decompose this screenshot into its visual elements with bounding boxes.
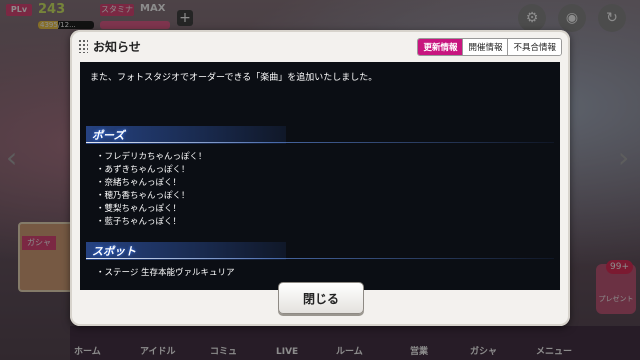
notice-dialog: お知らせ 更新情報 開催情報 不具合情報 また、フォトスタジオでオーダーできる「… — [70, 30, 570, 326]
notice-content[interactable]: また、フォトスタジオでオーダーできる「楽曲」を追加いたしました。 ポーズ ・フレ… — [80, 62, 560, 290]
list-item: ・藍子ちゃんっぽく！ — [96, 217, 182, 227]
notice-tabs: 更新情報 開催情報 不具合情報 — [417, 38, 562, 56]
list-item: ・あずきちゃんっぽく！ — [96, 165, 190, 175]
grip-icon — [78, 39, 88, 53]
list-item: ・ステージ 生存本能ヴァルキュリア — [96, 268, 235, 278]
section-line — [86, 142, 554, 143]
section-title: スポット — [92, 245, 136, 258]
list-item: ・奈緒ちゃんっぽく！ — [96, 178, 182, 188]
tab-event-info[interactable]: 開催情報 — [462, 39, 508, 55]
tab-bug-info[interactable]: 不具合情報 — [507, 39, 561, 55]
intro-text: また、フォトスタジオでオーダーできる「楽曲」を追加いたしました。 — [90, 73, 378, 83]
tab-update-info[interactable]: 更新情報 — [418, 39, 463, 55]
section-heading-spot: スポット — [86, 242, 554, 260]
section-line — [86, 258, 554, 259]
list-item: ・雙梨ちゃんっぽく！ — [96, 204, 182, 214]
section-heading-pose: ポーズ — [86, 126, 554, 144]
dialog-header: お知らせ — [78, 36, 141, 56]
list-item: ・フレデリカちゃんっぽく！ — [96, 152, 207, 162]
dialog-title: お知らせ — [93, 39, 141, 54]
list-item: ・穂乃香ちゃんっぽく！ — [96, 191, 190, 201]
section-title: ポーズ — [92, 129, 125, 142]
close-button[interactable]: 閉じる — [278, 282, 364, 314]
